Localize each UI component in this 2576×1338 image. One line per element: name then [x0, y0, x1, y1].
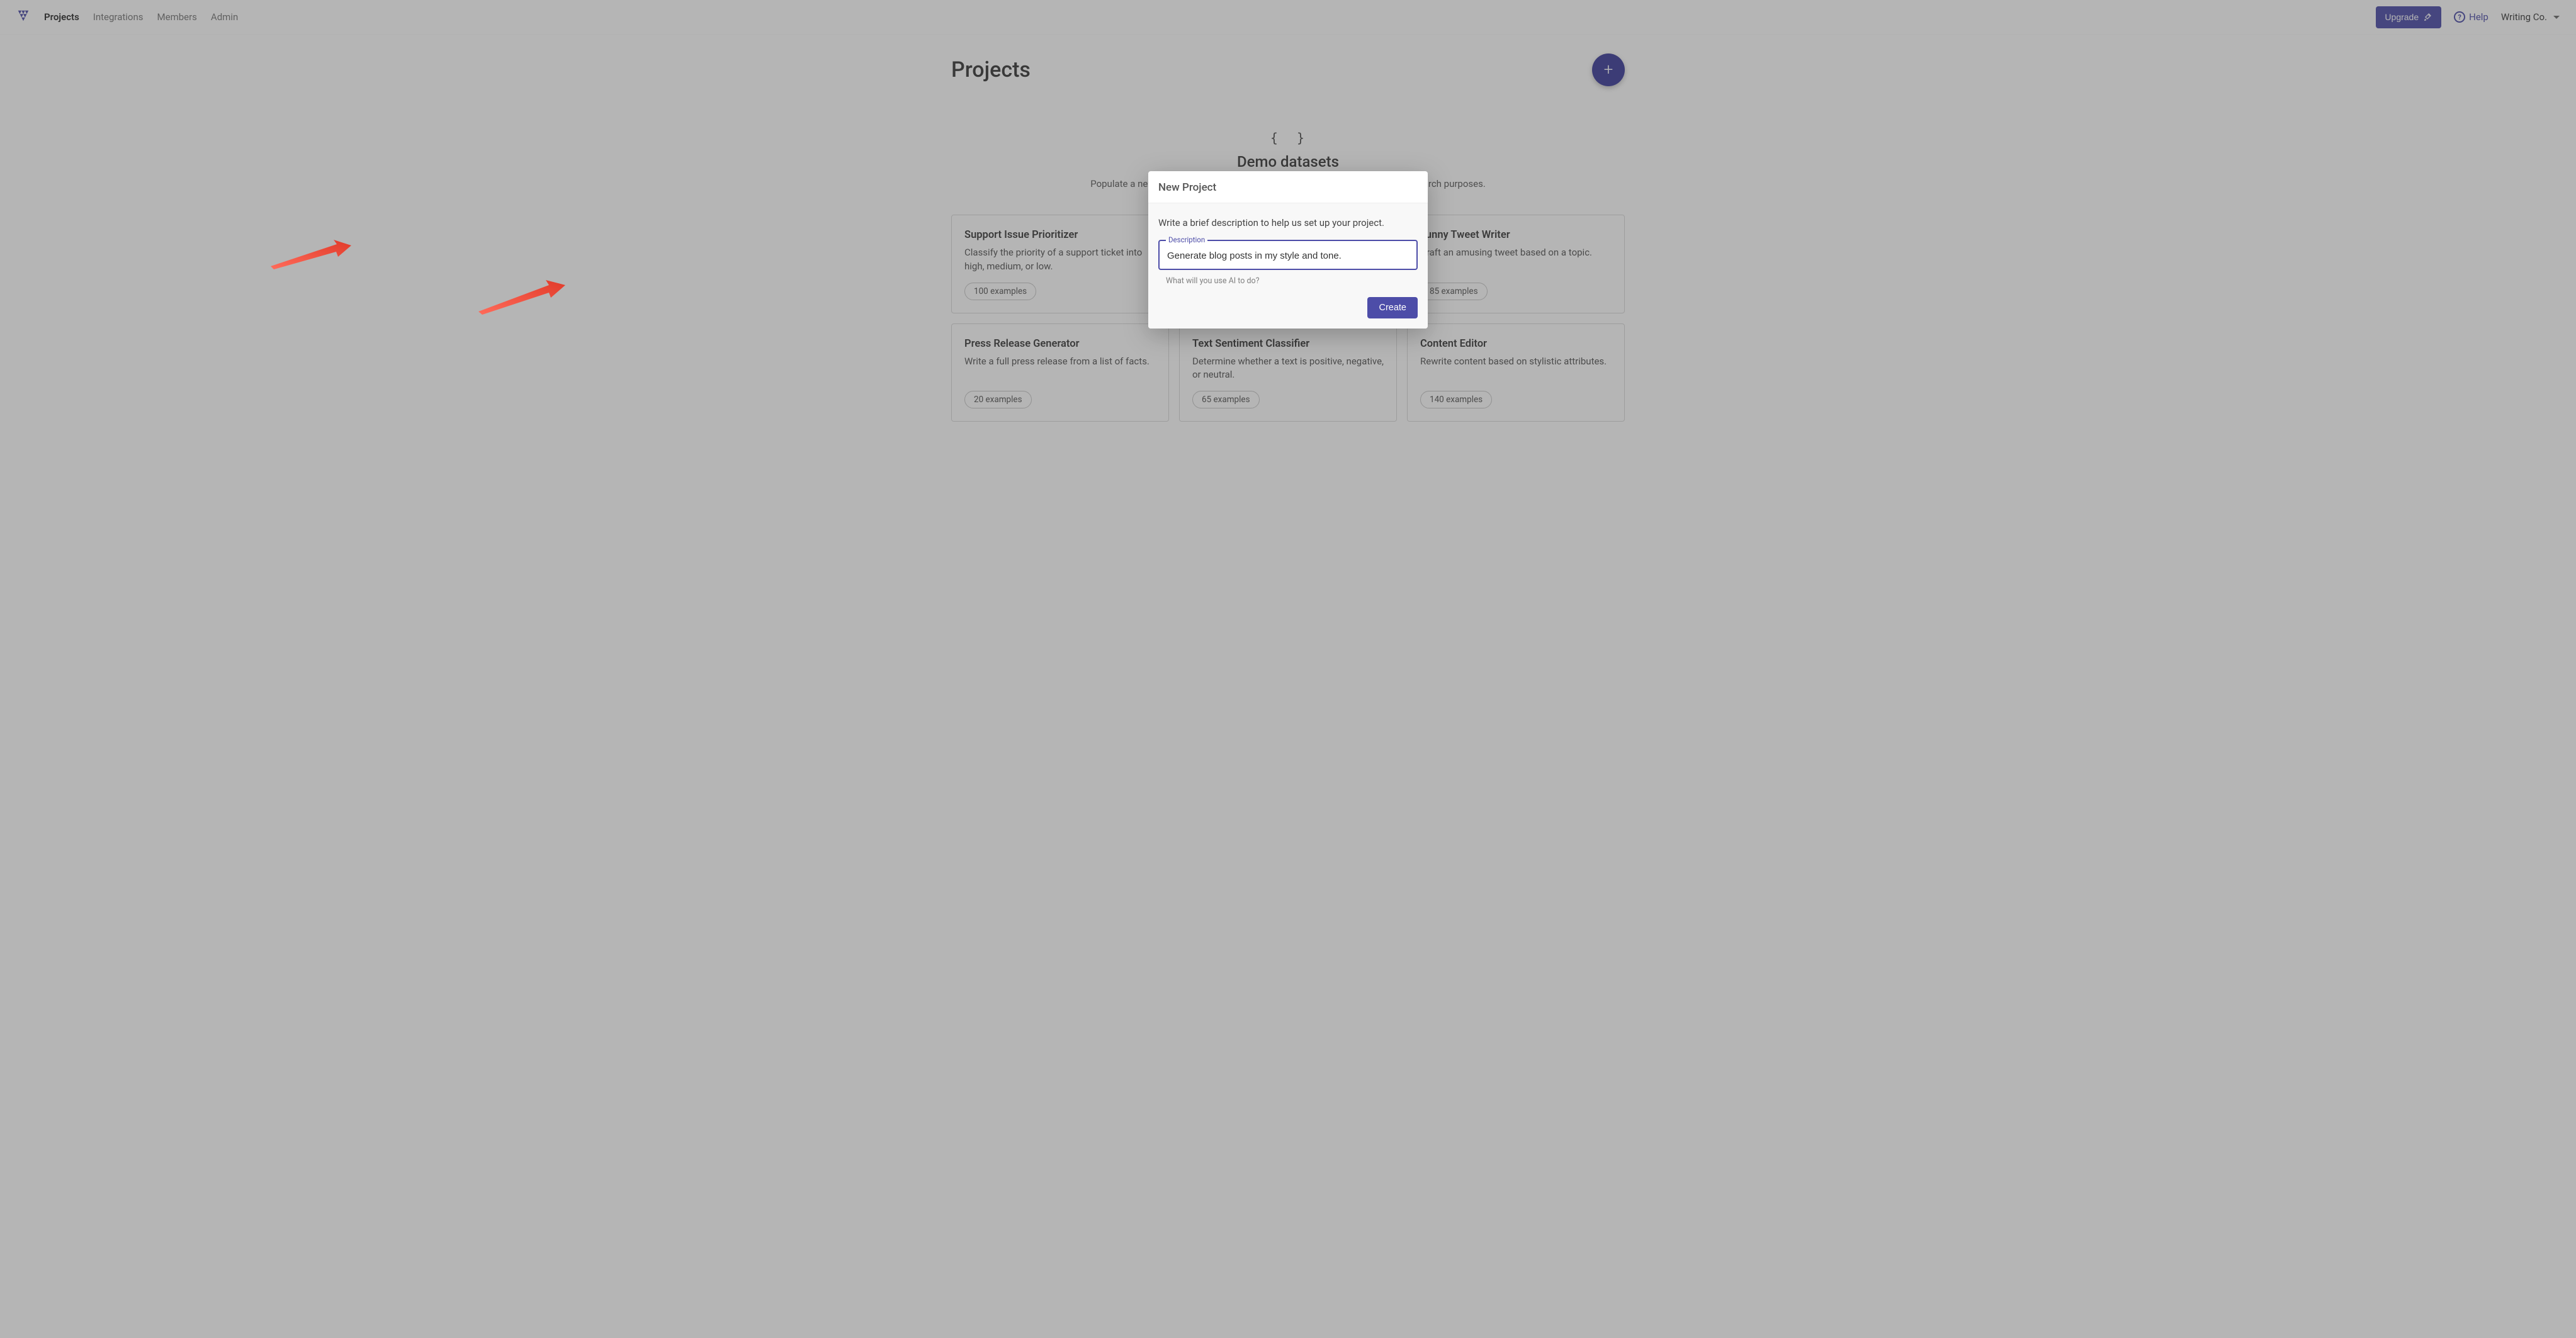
description-label: Description	[1166, 235, 1207, 244]
description-field-wrap[interactable]: Description	[1158, 240, 1418, 270]
description-input[interactable]	[1167, 250, 1409, 261]
modal-title: New Project	[1148, 171, 1428, 203]
create-button[interactable]: Create	[1367, 297, 1418, 318]
modal-instruction: Write a brief description to help us set…	[1158, 217, 1418, 228]
description-helper: What will you use AI to do?	[1166, 276, 1418, 286]
new-project-modal: New Project Write a brief description to…	[1148, 171, 1428, 329]
